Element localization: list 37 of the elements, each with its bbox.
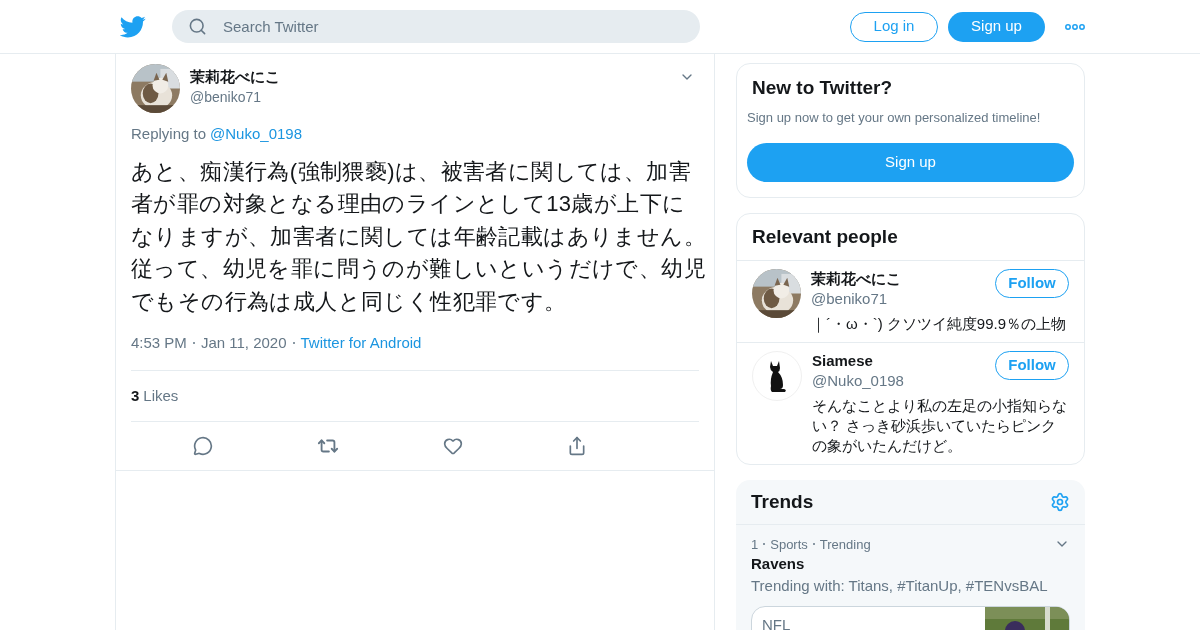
trend-rank: 1 bbox=[751, 535, 759, 554]
likes-label: Likes bbox=[143, 385, 179, 406]
share-icon[interactable] bbox=[567, 436, 587, 456]
tweet-text: あと、痴漢行為(強制猥褻)は、被害者に関しては、加害者が罪の対象となる理由のラインとして13歳が上下になりますが、加害者に関しては年齢記載はありません。従って、幼児を罪に問うのが難しいというだけで、幼児でもその行為は成人と同じく性犯罪です。 bbox=[131, 157, 707, 316]
trend-context: Trending with: Titans, #TitanUp, #TENvsBAL bbox=[751, 576, 1049, 596]
trend-status: Trending bbox=[819, 535, 871, 554]
person-name[interactable]: 茉莉花べにこ bbox=[811, 268, 995, 289]
person-handle[interactable]: @Nuko_0198 bbox=[812, 370, 995, 391]
reply-icon[interactable] bbox=[193, 436, 213, 456]
tweet-time: 4:53 PM bbox=[131, 333, 187, 353]
card-title: New to Twitter? bbox=[751, 76, 894, 100]
signup-button[interactable]: Sign up bbox=[747, 142, 1074, 182]
trend-category: Sports bbox=[770, 535, 808, 554]
replying-label: Replying to bbox=[131, 124, 207, 144]
tweet-date: Jan 11, 2020 bbox=[200, 333, 287, 353]
person-name[interactable]: Siamese bbox=[812, 350, 995, 371]
card-title: Trends bbox=[751, 489, 814, 514]
likes-count: 3 bbox=[131, 385, 140, 406]
source-link[interactable]: Twitter for Android bbox=[300, 332, 422, 355]
author-handle[interactable]: @beniko71 bbox=[190, 87, 669, 107]
person-bio: そんなことより私の左足の小指知らない？ さっき砂浜歩いていたらピンクの象がいたんだけど。 bbox=[812, 395, 1068, 456]
person-bio: ｜´・ω・`) クソツイ純度99.9％の上物 bbox=[811, 313, 1068, 334]
news-card[interactable]: NFL bbox=[751, 606, 1070, 630]
more-icon[interactable] bbox=[1065, 23, 1085, 30]
author-name[interactable]: 茉莉花べにこ bbox=[190, 67, 669, 87]
bird-logo-icon[interactable] bbox=[120, 15, 146, 38]
like-icon[interactable] bbox=[443, 436, 463, 456]
card-title: Relevant people bbox=[737, 213, 1084, 261]
person-handle[interactable]: @beniko71 bbox=[811, 288, 995, 309]
search-icon bbox=[188, 17, 207, 36]
signup-button[interactable]: Sign up bbox=[948, 11, 1045, 42]
search-field[interactable]: Search Twitter bbox=[172, 10, 700, 43]
reply-handle-link[interactable]: @Nuko_0198 bbox=[210, 123, 302, 146]
news-title: NFL bbox=[762, 616, 791, 630]
card-subtitle: Sign up now to get your own personalized timeline! bbox=[747, 109, 1042, 127]
settings-icon[interactable] bbox=[1050, 491, 1070, 512]
trend-name[interactable]: Ravens bbox=[751, 554, 1070, 574]
